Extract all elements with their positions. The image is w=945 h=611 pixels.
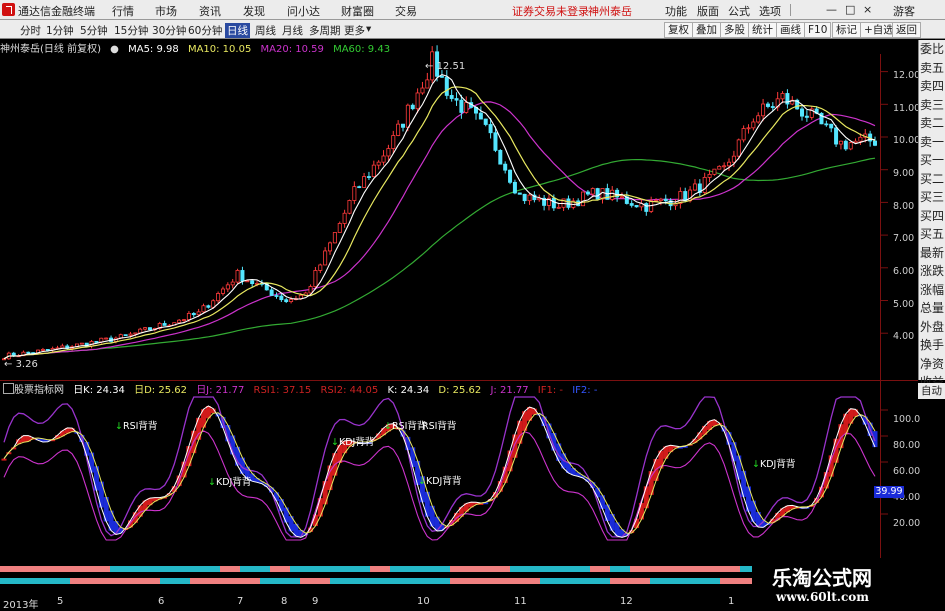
- price-axis-label: 10.00: [893, 135, 921, 146]
- side-panel-item[interactable]: 卖三: [919, 96, 945, 115]
- indicator-value: IF1: -: [537, 385, 564, 396]
- indicator-value: D: 25.62: [438, 385, 482, 396]
- high-price-label: ← 12.51: [425, 61, 465, 72]
- side-panel-item[interactable]: 换手: [919, 336, 945, 355]
- indicator-value: 日K: 24.34: [73, 385, 125, 396]
- side-panel-item[interactable]: 最新: [919, 244, 945, 263]
- side-panel-item[interactable]: 外盘: [919, 318, 945, 337]
- price-axis-label: 11.00: [893, 103, 921, 114]
- watermark-title: 乐淘公式网: [772, 566, 872, 590]
- side-panel-item[interactable]: 净资: [919, 355, 945, 374]
- price-axis-label: 5.00: [893, 299, 915, 310]
- candlestick-series: [2, 45, 878, 361]
- signal-strips: [0, 566, 880, 584]
- indicator-value: IF2: -: [572, 385, 598, 396]
- date-axis-label: 1: [728, 596, 735, 607]
- price-axis-label: 8.00: [893, 201, 915, 212]
- auto-button[interactable]: 自动: [918, 383, 945, 399]
- side-panel-item[interactable]: 卖五: [919, 59, 945, 78]
- indicator-axis-label: 60.00: [893, 466, 921, 477]
- side-panel-item[interactable]: 买五: [919, 225, 945, 244]
- date-axis-label: 10: [417, 596, 430, 607]
- ma10-line: [3, 86, 876, 360]
- date-axis-label: 12: [620, 596, 633, 607]
- indicator-grid: [881, 409, 888, 515]
- date-axis-label: 11: [514, 596, 527, 607]
- signal-label: ↓KDJ背背: [331, 437, 375, 448]
- indicator-name[interactable]: 股票指标网: [14, 385, 64, 396]
- ma60-line: [3, 157, 876, 360]
- price-axis-label: 6.00: [893, 266, 915, 277]
- signal-label: ↓KDJ背背: [752, 459, 796, 470]
- indicator-axis-label: 80.00: [893, 440, 921, 451]
- date-axis-label: 8: [281, 596, 288, 607]
- indicator-axis-label: 20.00: [893, 518, 921, 529]
- side-panel-item[interactable]: 涨跌: [919, 262, 945, 281]
- side-panel-item[interactable]: 买一: [919, 151, 945, 170]
- indicator-axis-label: 100.0: [893, 414, 921, 425]
- side-panel-item[interactable]: 委比: [919, 40, 945, 59]
- current-indicator-value: 39.99: [874, 486, 904, 498]
- side-panel-item[interactable]: 总量: [919, 299, 945, 318]
- side-panel-item[interactable]: 卖二: [919, 114, 945, 133]
- watermark: 乐淘公式网 www.60lt.com: [752, 558, 945, 609]
- ma5-line: [3, 73, 876, 360]
- date-axis-label: 6: [158, 596, 165, 607]
- indicator-value: 日D: 25.62: [134, 385, 187, 396]
- price-axis-label: 7.00: [893, 233, 915, 244]
- signal-label: ↓KDJ背背: [418, 476, 462, 487]
- side-panel-item[interactable]: 买三: [919, 188, 945, 207]
- price-axis-label: 12.00: [893, 70, 921, 81]
- quote-side-panel: 委比 卖五 卖四 卖三 卖二 卖一 买一 买二 买三 买四 买五 最新 涨跌 涨幅 总量 外盘 换手 净资 收益: [918, 40, 945, 389]
- signal-label: RSI背背: [422, 421, 457, 432]
- indicator-value: RSI2: 44.05: [320, 385, 379, 396]
- price-axis-label: 4.00: [893, 331, 915, 342]
- signal-label: ↓KDJ背背: [208, 477, 252, 488]
- indicator-value: 日J: 21.77: [196, 385, 245, 396]
- low-price-label: ← 3.26: [4, 359, 38, 370]
- watermark-url: www.60lt.com: [776, 590, 869, 604]
- indicator-value: RSI1: 37.15: [253, 385, 312, 396]
- signal-label: ↓RSI背背: [115, 421, 158, 432]
- side-panel-item[interactable]: 买四: [919, 207, 945, 226]
- indicator-value: J: 21.77: [490, 385, 529, 396]
- price-axis-label: 9.00: [893, 168, 915, 179]
- indicator-info-bar: 股票指标网 日K: 24.34 日D: 25.62 日J: 21.77 RSI1…: [14, 381, 603, 396]
- date-axis-label: 7: [237, 596, 244, 607]
- indicator-toggle-icon[interactable]: [3, 383, 14, 394]
- side-panel-item[interactable]: 涨幅: [919, 281, 945, 300]
- side-panel-item[interactable]: 买二: [919, 170, 945, 189]
- chart-canvas[interactable]: ← 12.51 ← 3.26: [0, 0, 918, 609]
- side-panel-item[interactable]: 卖四: [919, 77, 945, 96]
- ma20-line: [3, 101, 876, 360]
- side-panel-item[interactable]: 卖一: [919, 133, 945, 152]
- price-grid: [881, 71, 888, 334]
- indicator-value: K: 24.34: [387, 385, 430, 396]
- signal-label: ↓RSI背背: [384, 421, 427, 432]
- date-axis-label: 9: [312, 596, 319, 607]
- date-axis-label: 5: [57, 596, 64, 607]
